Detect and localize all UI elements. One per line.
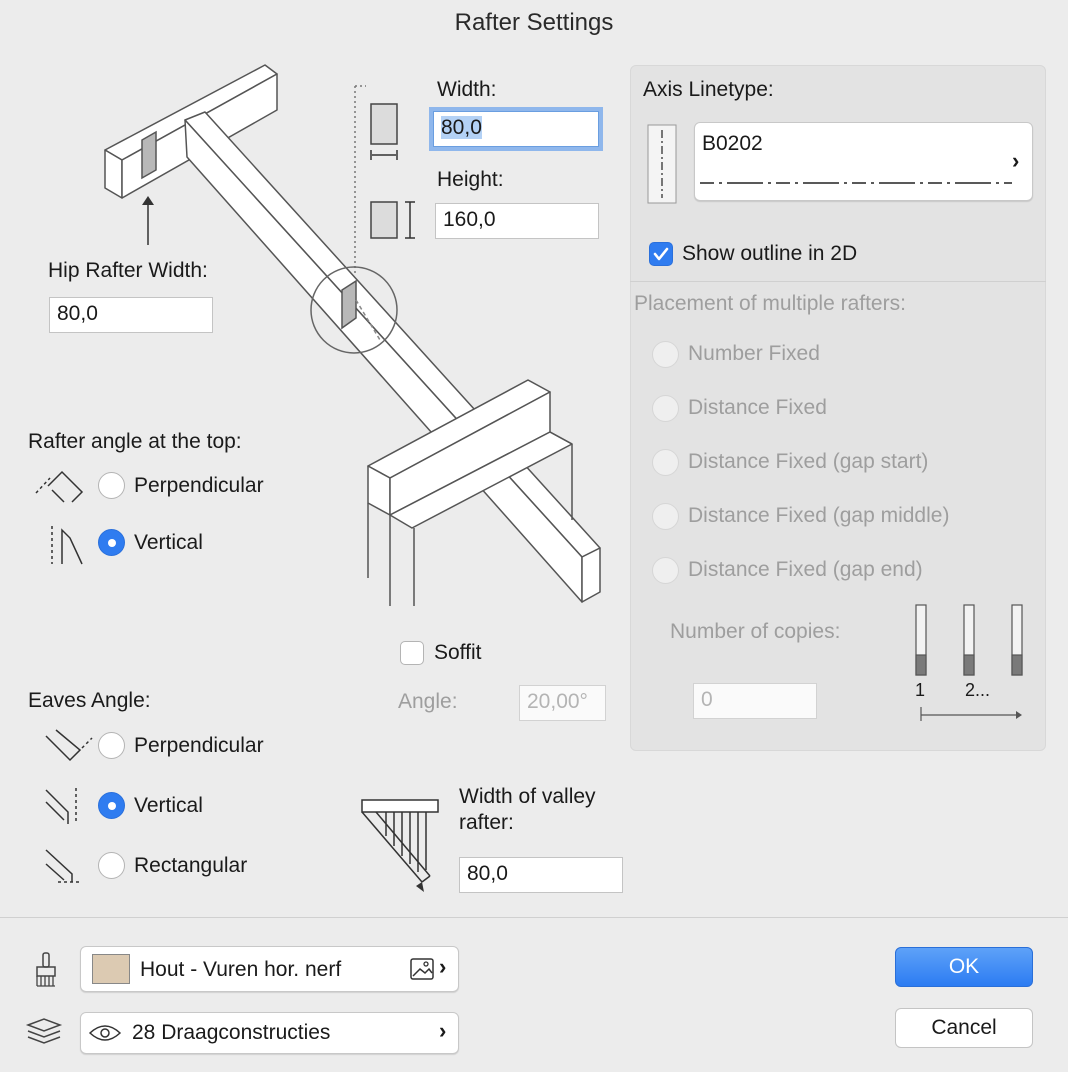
top-angle-vertical-label: Vertical [134, 531, 203, 554]
checkmark-icon [653, 247, 669, 261]
copies-diagram [915, 604, 1023, 721]
copies-label: Number of copies: [670, 620, 841, 643]
placement-gap-start-radio[interactable] [652, 449, 679, 476]
soffit-label: Soffit [434, 641, 482, 664]
panel-divider [630, 281, 1046, 282]
copies-input[interactable]: 0 [693, 683, 817, 719]
placement-gap-end-label: Distance Fixed (gap end) [688, 558, 923, 581]
linetype-dash-pattern [700, 182, 1012, 184]
eaves-vertical-label: Vertical [134, 794, 203, 817]
placement-number-fixed-label: Number Fixed [688, 342, 820, 365]
valley-width-label-line2: rafter: [459, 811, 514, 834]
paintbrush-icon [36, 952, 56, 987]
material-picture-icon [410, 958, 434, 980]
eaves-vertical-icon [45, 788, 77, 824]
eaves-perpendicular-icon [45, 729, 93, 762]
valley-rafter-icon [361, 799, 439, 892]
width-input[interactable]: 80,0 [433, 111, 599, 147]
copies-diagram-label-1: 1 [915, 680, 926, 700]
layer-chevron-icon: › [439, 1018, 447, 1043]
axis-linetype-chevron-icon: › [1012, 148, 1020, 173]
show-outline-checkbox[interactable] [649, 242, 673, 266]
placement-distance-fixed-radio[interactable] [652, 395, 679, 422]
placement-label: Placement of multiple rafters: [634, 292, 906, 315]
copies-diagram-label-2: 2... [965, 680, 991, 700]
eaves-rectangular-radio[interactable] [98, 852, 125, 879]
valley-width-label-line1: Width of valley [459, 785, 596, 808]
layers-icon [25, 1018, 63, 1044]
placement-number-fixed-radio[interactable] [652, 341, 679, 368]
height-label: Height: [437, 168, 504, 191]
eye-icon [88, 1025, 122, 1041]
show-outline-label: Show outline in 2D [682, 242, 858, 265]
top-angle-perpendicular-radio[interactable] [98, 472, 125, 499]
eaves-perpendicular-label: Perpendicular [134, 734, 264, 757]
axis-linetype-preview-icon [647, 124, 677, 204]
top-angle-label: Rafter angle at the top: [28, 430, 242, 453]
top-angle-vertical-radio[interactable] [98, 529, 125, 556]
eaves-rectangular-label: Rectangular [134, 854, 248, 877]
ok-button[interactable]: OK [895, 947, 1033, 987]
height-input[interactable]: 160,0 [435, 203, 599, 239]
eaves-rectangular-icon [45, 849, 82, 883]
axis-linetype-name: B0202 [702, 132, 763, 155]
bottom-divider [0, 917, 1068, 918]
placement-gap-start-label: Distance Fixed (gap start) [688, 450, 929, 473]
placement-gap-end-radio[interactable] [652, 557, 679, 584]
eaves-vertical-radio[interactable] [98, 792, 125, 819]
soffit-angle-input[interactable]: 20,00° [519, 685, 606, 721]
placement-distance-fixed-label: Distance Fixed [688, 396, 827, 419]
top-perpendicular-icon [35, 470, 84, 503]
placement-gap-middle-label: Distance Fixed (gap middle) [688, 504, 950, 527]
cancel-button[interactable]: Cancel [895, 1008, 1033, 1048]
placement-gap-middle-radio[interactable] [652, 503, 679, 530]
eaves-perpendicular-radio[interactable] [98, 732, 125, 759]
hip-rafter-width-input[interactable]: 80,0 [49, 297, 213, 333]
top-vertical-icon [51, 526, 83, 565]
valley-width-input[interactable]: 80,0 [459, 857, 623, 893]
soffit-checkbox[interactable] [400, 641, 424, 665]
hip-rafter-width-label: Hip Rafter Width: [48, 259, 208, 282]
material-chevron-icon: › [439, 954, 447, 979]
material-name: Hout - Vuren hor. nerf [140, 958, 342, 981]
material-swatch [92, 954, 130, 984]
axis-linetype-label: Axis Linetype: [643, 78, 774, 101]
top-angle-perpendicular-label: Perpendicular [134, 474, 264, 497]
layer-name: 28 Draagconstructies [132, 1021, 331, 1044]
soffit-angle-label: Angle: [398, 690, 458, 713]
width-label: Width: [437, 78, 497, 101]
eaves-angle-label: Eaves Angle: [28, 689, 151, 712]
